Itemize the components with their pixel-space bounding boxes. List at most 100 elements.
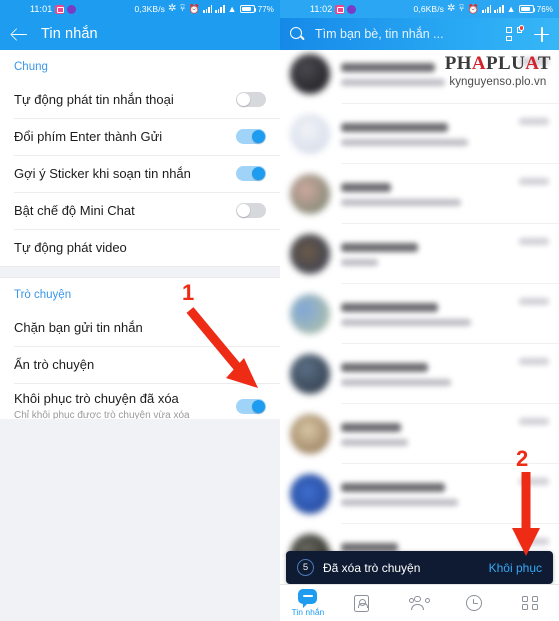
chat-timestamp — [519, 358, 549, 365]
groups-icon — [408, 595, 430, 611]
setting-label: Gợi ý Sticker khi soạn tin nhắn — [14, 165, 191, 181]
nav-tab-messages[interactable]: Tin nhắn — [280, 589, 336, 617]
search-bar[interactable]: Tìm bạn bè, tin nhắn ... — [280, 18, 559, 50]
setting-label: Bật chế độ Mini Chat — [14, 202, 135, 218]
dual-phone-screenshot: 11:01 0,3KB/s ✲ ⍫ ⏰ ▲ 77% Tin nhắn Chung… — [0, 0, 559, 621]
setting-label: Đổi phím Enter thành Gửi — [14, 128, 163, 144]
avatar — [290, 474, 330, 514]
toggle-sticker-suggest[interactable] — [236, 166, 266, 181]
setting-row-autoplay-video[interactable]: Tự động phát video — [0, 229, 280, 266]
status-clock: 11:02 — [310, 4, 333, 14]
signal-2-icon — [215, 5, 225, 13]
signal-1-icon — [202, 5, 213, 13]
snackbar-message: Đã xóa trò chuyện — [323, 560, 421, 575]
chat-list-item[interactable] — [280, 344, 559, 404]
setting-label: Ẩn trò chuyện — [14, 356, 95, 372]
toggle-enter-to-send[interactable] — [236, 129, 266, 144]
left-phone-panel: 11:01 0,3KB/s ✲ ⍫ ⏰ ▲ 77% Tin nhắn Chung… — [0, 0, 280, 621]
chat-timestamp — [519, 478, 549, 485]
chat-list-item[interactable] — [280, 164, 559, 224]
signal-1-icon — [481, 5, 492, 13]
bottom-navigation[interactable]: Tin nhắn — [280, 584, 559, 621]
grid-more-icon — [521, 595, 538, 611]
setting-row-sticker-suggest[interactable]: Gợi ý Sticker khi soạn tin nhắn — [0, 155, 280, 192]
vibrate-off-icon: ⍫ — [458, 3, 465, 14]
chat-timestamp — [519, 418, 549, 425]
chat-list-item[interactable] — [280, 404, 559, 464]
status-data-rate: 0,3KB/s — [134, 4, 166, 14]
toggle-restore-deleted-chat[interactable] — [236, 398, 266, 414]
alarm-icon: ⏰ — [467, 3, 479, 14]
contacts-card-icon — [354, 594, 370, 612]
setting-label: Chặn bạn gửi tin nhắn — [14, 319, 143, 335]
setting-row-block-messages[interactable]: Chặn bạn gửi tin nhắn — [0, 309, 280, 346]
clock-icon — [465, 594, 482, 611]
left-app-bar: Tin nhắn — [0, 18, 280, 50]
chat-timestamp — [519, 238, 549, 245]
battery-icon — [239, 5, 257, 13]
setting-row-hide-chat[interactable]: Ẩn trò chuyện — [0, 346, 280, 383]
chat-list-item[interactable] — [280, 464, 559, 524]
bluetooth-icon: ✲ — [447, 3, 456, 14]
vibrate-off-icon: ⍫ — [179, 3, 186, 14]
left-status-bar: 11:01 0,3KB/s ✲ ⍫ ⏰ ▲ 77% — [0, 0, 280, 18]
avatar — [290, 114, 330, 154]
right-status-bar: 11:02 0,6KB/s ✲ ⍫ ⏰ ▲ 76% — [280, 0, 559, 18]
right-phone-panel: 11:02 0,6KB/s ✲ ⍫ ⏰ ▲ 76% Tìm bạn bè, ti… — [280, 0, 559, 621]
wifi-icon: ▲ — [506, 3, 516, 14]
avatar — [290, 414, 330, 454]
camera-badge-icon — [55, 4, 65, 14]
nav-tab-timeline[interactable] — [447, 594, 503, 612]
chat-timestamp — [519, 178, 549, 185]
toggle-autoplay-voice[interactable] — [236, 92, 266, 107]
restore-button[interactable]: Khôi phục — [489, 561, 542, 575]
qr-scan-icon[interactable] — [506, 25, 524, 42]
messages-icon — [298, 589, 318, 608]
page-title: Tin nhắn — [41, 26, 98, 42]
battery-percent: 77% — [257, 4, 274, 14]
nav-tab-contacts[interactable] — [336, 594, 392, 612]
search-input[interactable]: Tìm bạn bè, tin nhắn ... — [315, 27, 496, 41]
setting-row-enter-to-send[interactable]: Đổi phím Enter thành Gửi — [0, 118, 280, 155]
plus-icon[interactable] — [533, 26, 550, 43]
avatar — [290, 54, 330, 94]
chat-timestamp — [519, 538, 549, 545]
watermark: PHAPLUAT kynguyenso.plo.vn — [445, 53, 551, 88]
setting-label: Tự động phát tin nhắn thoại — [14, 91, 174, 107]
toggle-mini-chat[interactable] — [236, 203, 266, 218]
purple-dot-icon — [67, 4, 77, 14]
battery-percent: 76% — [536, 4, 553, 14]
camera-badge-icon — [335, 4, 345, 14]
wifi-icon: ▲ — [227, 3, 237, 14]
status-clock: 11:01 — [30, 4, 53, 14]
chat-list[interactable]: PHAPLUAT kynguyenso.plo.vn — [280, 50, 559, 557]
avatar — [290, 234, 330, 274]
setting-label: Khôi phục trò chuyện đã xóa — [14, 391, 179, 407]
chat-timestamp — [519, 298, 549, 305]
chat-list-item[interactable] — [280, 224, 559, 284]
settings-list: Chung Tự động phát tin nhắn thoại Đổi ph… — [0, 50, 280, 429]
setting-row-mini-chat[interactable]: Bật chế độ Mini Chat — [0, 192, 280, 229]
section-header-trochuyen: Trò chuyện — [14, 289, 72, 301]
alarm-icon: ⏰ — [188, 3, 200, 14]
back-arrow-icon[interactable] — [11, 26, 28, 43]
setting-row-autoplay-voice[interactable]: Tự động phát tin nhắn thoại — [0, 81, 280, 118]
chat-list-item[interactable] — [280, 284, 559, 344]
chat-timestamp — [519, 118, 549, 125]
undo-snackbar[interactable]: 5 Đã xóa trò chuyện Khôi phục — [286, 551, 553, 584]
watermark-url: kynguyenso.plo.vn — [449, 76, 547, 88]
countdown-badge: 5 — [297, 559, 314, 576]
section-header-chung: Chung — [14, 61, 48, 73]
status-data-rate: 0,6KB/s — [413, 4, 445, 14]
setting-label: Tự động phát video — [14, 239, 127, 255]
bluetooth-icon: ✲ — [168, 3, 177, 14]
nav-tab-groups[interactable] — [392, 595, 448, 611]
chat-list-item[interactable] — [280, 104, 559, 164]
avatar — [290, 354, 330, 394]
search-icon — [289, 26, 305, 42]
nav-tab-label: Tin nhắn — [291, 607, 325, 617]
watermark-logo: PHAPLUAT — [444, 53, 551, 74]
avatar — [290, 174, 330, 214]
nav-tab-more[interactable] — [503, 595, 559, 612]
battery-icon — [518, 5, 536, 13]
